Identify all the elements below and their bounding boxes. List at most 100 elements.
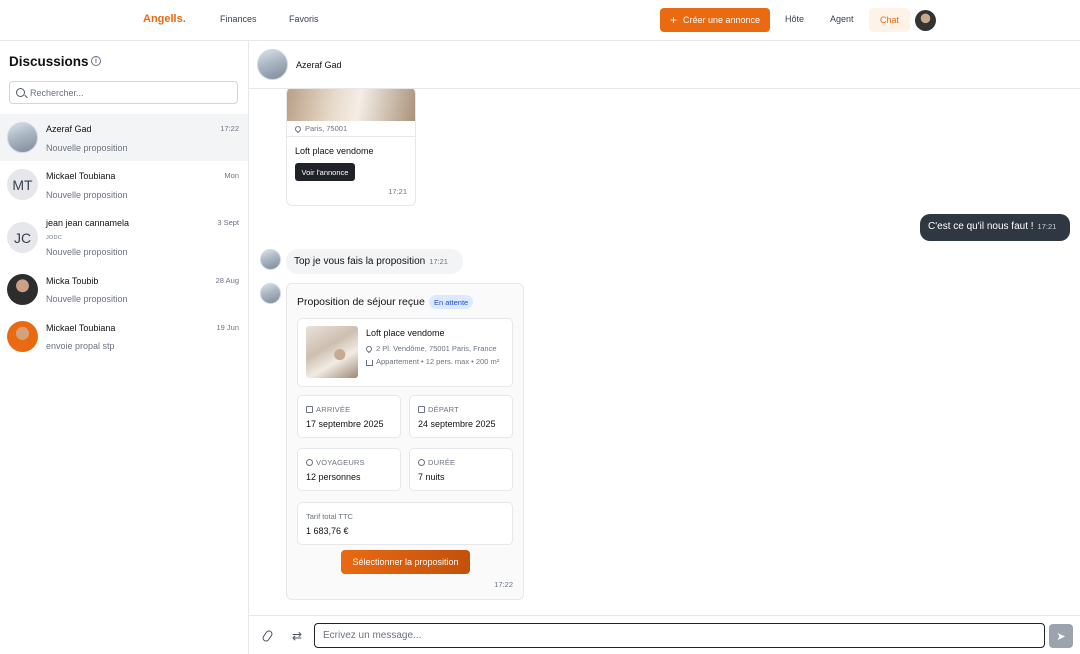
duration-field: DURÉE 7 nuits <box>409 448 513 491</box>
conversation-name: Mickael Toubiana <box>46 323 116 333</box>
brand-logo[interactable]: Angells. <box>143 13 186 25</box>
message-list: Paris, 75001 Loft place vendome Voir l'a… <box>249 89 1080 615</box>
arrival-field: ARRIVÉE 17 septembre 2025 <box>297 395 401 438</box>
departure-field: DÉPART 24 septembre 2025 <box>409 395 513 438</box>
conversation-preview: Nouvelle proposition <box>46 247 128 257</box>
discussions-title: Discussions <box>9 54 89 69</box>
proposal-meta: Appartement • 12 pers. max • 200 m² <box>366 357 499 367</box>
nav-link-hote[interactable]: Hôte <box>785 14 804 24</box>
conversation-subtitle: JODC <box>46 235 63 241</box>
conversation-item[interactable]: Azeraf Gad 17:22 Nouvelle proposition <box>0 114 248 161</box>
discussions-sidebar: Discussions i Azeraf Gad 17:22 Nouvelle … <box>0 41 249 654</box>
conversation-item[interactable]: Micka Toubib 28 Aug Nouvelle proposition <box>0 266 248 313</box>
calendar-icon <box>306 405 313 413</box>
guests-value: 12 personnes <box>306 472 361 482</box>
conversation-item[interactable]: JC jean jean cannamela 3 Sept JODC Nouve… <box>0 208 248 266</box>
avatar: JC <box>7 222 38 253</box>
create-listing-button[interactable]: + Créer une annonce <box>660 8 770 32</box>
proposal-listing[interactable]: Loft place vendome 2 Pl. Vendôme, 75001 … <box>297 318 513 387</box>
avatar <box>7 122 38 153</box>
avatar <box>7 321 38 352</box>
conversation-name: Azeraf Gad <box>46 124 92 134</box>
nav-link-chat[interactable]: Chat <box>869 8 910 32</box>
listing-photo <box>287 89 415 121</box>
message-time: 17:21 <box>388 187 407 196</box>
message-input[interactable] <box>314 623 1045 648</box>
message-time: 17:22 <box>494 580 513 589</box>
conversation-preview: Nouvelle proposition <box>46 294 128 304</box>
listing-thumbnail <box>306 326 358 378</box>
arrival-label: ARRIVÉE <box>316 405 351 414</box>
message-composer: ⇄ ➤ <box>249 615 1080 654</box>
search-icon <box>16 88 25 97</box>
departure-value: 24 septembre 2025 <box>418 419 496 429</box>
nav-link-finances[interactable]: Finances <box>220 14 257 24</box>
search-box[interactable] <box>9 81 238 104</box>
conversation-time: 17:22 <box>220 124 239 133</box>
avatar: MT <box>7 169 38 200</box>
conversation-preview: Nouvelle proposition <box>46 143 128 153</box>
incoming-message: Top je vous fais la proposition 17:21 <box>286 249 463 274</box>
conversation-name: jean jean cannamela <box>46 218 130 228</box>
nav-link-favoris[interactable]: Favoris <box>289 14 319 24</box>
location-pin-icon <box>364 344 374 354</box>
avatar <box>7 274 38 305</box>
message-text: Top je vous fais la proposition <box>294 256 426 267</box>
conversation-item[interactable]: MT Mickael Toubiana Mon Nouvelle proposi… <box>0 161 248 208</box>
proposal-listing-name: Loft place vendome <box>366 328 445 338</box>
proposal-title: Proposition de séjour reçue <box>297 296 425 308</box>
view-listing-button[interactable]: Voir l'annonce <box>295 163 355 181</box>
paperclip-icon[interactable] <box>261 629 274 643</box>
total-label: Tarif total TTC <box>306 512 353 521</box>
conversation-time: 19 Jun <box>216 323 239 332</box>
stay-proposal-card: Proposition de séjour reçue En attente L… <box>286 283 524 600</box>
departure-label: DÉPART <box>428 405 459 414</box>
conversation-preview: Nouvelle proposition <box>46 190 128 200</box>
outgoing-message: C'est ce qu'il nous faut ! 17:21 <box>920 214 1070 241</box>
conversation-time: 28 Aug <box>215 276 239 285</box>
home-icon <box>366 360 373 367</box>
clock-icon <box>418 458 425 466</box>
arrival-value: 17 septembre 2025 <box>306 419 384 429</box>
location-pin-icon <box>293 124 303 134</box>
calendar-icon <box>418 405 425 413</box>
send-icon: ➤ <box>1056 630 1066 643</box>
duration-value: 7 nuits <box>418 472 445 482</box>
send-button[interactable]: ➤ <box>1049 624 1073 648</box>
message-time: 17:21 <box>1037 222 1057 231</box>
total-price-box: Tarif total TTC 1 683,76 € <box>297 502 513 545</box>
sender-avatar <box>260 249 281 270</box>
conversation-preview: envoie propal stp <box>46 341 115 351</box>
info-icon[interactable]: i <box>91 56 101 66</box>
contact-avatar[interactable] <box>257 49 288 80</box>
guests-label: VOYAGEURS <box>316 458 365 467</box>
listing-card: Paris, 75001 Loft place vendome Voir l'a… <box>286 89 416 206</box>
conversation-name: Mickael Toubiana <box>46 171 116 181</box>
conversation-name: Micka Toubib <box>46 276 99 286</box>
duration-label: DURÉE <box>428 458 456 467</box>
conversation-time: 3 Sept <box>217 218 239 227</box>
conversation-time: Mon <box>224 171 239 180</box>
divider <box>287 136 415 137</box>
top-navbar: Angells. Finances Favoris + Créer une an… <box>0 0 1080 41</box>
create-listing-label: Créer une annonce <box>682 15 761 25</box>
chat-header: Azeraf Gad <box>249 41 1080 89</box>
conversation-item[interactable]: Mickael Toubiana 19 Jun envoie propal st… <box>0 313 248 360</box>
message-time: 17:21 <box>429 257 448 266</box>
proposal-address: 2 Pl. Vendôme, 75001 Paris, France <box>364 344 497 354</box>
nav-link-agent[interactable]: Agent <box>830 14 854 24</box>
users-icon <box>306 458 313 466</box>
sender-avatar <box>260 283 281 304</box>
total-value: 1 683,76 € <box>306 526 349 536</box>
message-text: C'est ce qu'il nous faut ! <box>928 221 1034 232</box>
status-badge: En attente <box>429 295 474 309</box>
swap-icon[interactable]: ⇄ <box>292 629 302 643</box>
listing-title: Loft place vendome <box>295 146 374 156</box>
contact-name[interactable]: Azeraf Gad <box>296 60 342 70</box>
user-avatar[interactable] <box>915 10 936 31</box>
listing-location: Paris, 75001 <box>293 124 347 134</box>
guests-field: VOYAGEURS 12 personnes <box>297 448 401 491</box>
select-proposal-button[interactable]: Sélectionner la proposition <box>341 550 470 574</box>
search-input[interactable] <box>30 85 230 100</box>
plus-icon: + <box>669 13 677 27</box>
